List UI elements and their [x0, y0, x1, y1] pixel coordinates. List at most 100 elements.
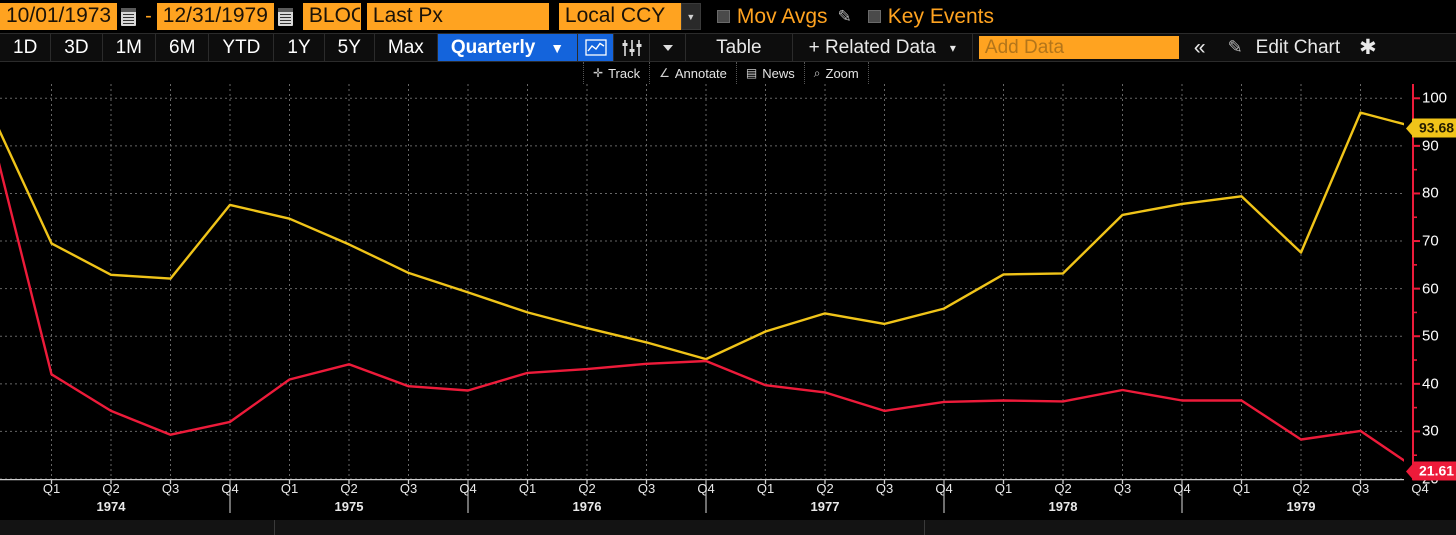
bottom-navigator-bar[interactable] — [0, 520, 1456, 535]
mov-avgs-checkbox[interactable] — [717, 10, 730, 23]
x-axis-year-label: 1976 — [573, 499, 602, 514]
chart-plot-area[interactable] — [0, 84, 1404, 479]
calendar-icon-start[interactable] — [121, 8, 136, 26]
navigator-segment — [925, 520, 1456, 535]
frequency-label: Quarterly — [451, 37, 535, 59]
chart-options-dropdown[interactable]: chevron-down-icon — [650, 34, 686, 61]
x-axis-quarter-label: Q4 — [935, 481, 952, 496]
x-axis-quarter-label: Q4 — [697, 481, 714, 496]
currency-field[interactable]: Local CCY — [559, 3, 681, 30]
key-events-label: Key Events — [888, 5, 994, 29]
x-axis-year-label: 1979 — [1287, 499, 1316, 514]
period-tab-max[interactable]: Max — [375, 34, 438, 61]
x-axis-quarter-label: Q1 — [519, 481, 536, 496]
y-axis-tick-label: 60 — [1422, 280, 1439, 297]
x-axis-quarter-label: Q2 — [1292, 481, 1309, 496]
x-axis-year-label: 1974 — [97, 499, 126, 514]
collapse-button[interactable]: « — [1185, 34, 1215, 61]
source-field[interactable]: BLOOM — [303, 3, 361, 30]
pencil-icon-mov-avgs[interactable]: ✎ — [838, 7, 852, 27]
period-tab-3d[interactable]: 3D — [51, 34, 102, 61]
y-axis-tick-label: 70 — [1422, 233, 1439, 250]
x-axis-quarter-label: Q4 — [1173, 481, 1190, 496]
x-axis-quarter-label: Q3 — [1114, 481, 1131, 496]
track-label: Track — [608, 66, 640, 81]
annotate-line-icon: ∠ — [659, 66, 670, 80]
chart-canvas — [0, 84, 1404, 479]
edit-chart-button[interactable]: ✎ Edit Chart — [1215, 34, 1351, 61]
x-axis-year-label: 1977 — [811, 499, 840, 514]
key-events-checkbox[interactable] — [868, 10, 881, 23]
sliders-glyph — [621, 39, 643, 57]
end-date-field[interactable]: 12/31/1979 — [157, 3, 274, 30]
annotate-tool[interactable]: ∠ Annotate — [649, 62, 737, 84]
x-axis-quarter-label: Q4 — [1411, 481, 1428, 496]
date-range-separator: - — [140, 5, 157, 28]
x-axis-quarter-label: Q2 — [578, 481, 595, 496]
period-tab-6m[interactable]: 6M — [156, 34, 209, 61]
mov-avgs-toggle[interactable]: Mov Avgs ✎ — [717, 5, 852, 29]
sliders-icon[interactable] — [614, 34, 650, 61]
chart-tools-strip: ✛ Track ∠ Annotate ▤ News ⌕ Zoom — [584, 62, 869, 84]
x-axis-quarter-label: Q4 — [221, 481, 238, 496]
y-axis[interactable]: 1009080706050403020 93.68 21.61 — [1404, 84, 1456, 479]
x-axis-quarter-label: Q2 — [102, 481, 119, 496]
calendar-icon-end[interactable] — [278, 8, 293, 26]
line-chart-icon[interactable] — [578, 34, 614, 61]
chevron-down-icon-related: ▾ — [950, 41, 956, 55]
last-price-badge-yellow: 93.68 — [1412, 119, 1456, 138]
y-axis-tick-label: 100 — [1422, 90, 1447, 107]
gear-glyph: ✱ — [1359, 35, 1377, 60]
pencil-icon-edit-chart: ✎ — [1228, 37, 1243, 58]
period-tab-5y[interactable]: 5Y — [325, 34, 375, 61]
period-tab-1d[interactable]: 1D — [0, 34, 51, 61]
x-axis-quarter-label: Q1 — [43, 481, 60, 496]
mov-avgs-label: Mov Avgs — [737, 5, 828, 29]
x-axis-quarter-label: Q1 — [757, 481, 774, 496]
x-axis-year-label: 1975 — [335, 499, 364, 514]
related-data-label: + Related Data — [809, 37, 936, 59]
track-tool[interactable]: ✛ Track — [583, 62, 650, 84]
price-type-field[interactable]: Last Px — [367, 3, 549, 30]
key-events-toggle[interactable]: Key Events — [868, 5, 994, 29]
related-data-button[interactable]: + Related Data ▾ — [793, 34, 973, 61]
x-axis-quarter-label: Q3 — [400, 481, 417, 496]
y-axis-tick-label: 40 — [1422, 375, 1439, 392]
y-axis-tick-label: 90 — [1422, 137, 1439, 154]
edit-chart-label: Edit Chart — [1256, 37, 1340, 59]
zoom-label: Zoom — [826, 66, 859, 81]
move-crosshair-icon: ✛ — [593, 66, 603, 80]
x-axis-quarter-label: Q1 — [281, 481, 298, 496]
table-button[interactable]: Table — [686, 34, 792, 61]
start-date-field[interactable]: 10/01/1973 — [0, 3, 117, 30]
x-axis-quarter-label: Q2 — [1054, 481, 1071, 496]
series-line-yellow — [0, 113, 1404, 360]
gear-icon[interactable]: ✱ — [1350, 34, 1386, 61]
chevron-down-glyph — [662, 44, 674, 52]
chart-tools-toolbar: ✛ Track ∠ Annotate ▤ News ⌕ Zoom — [0, 62, 1456, 84]
x-axis-quarter-label: Q3 — [638, 481, 655, 496]
period-tab-1m[interactable]: 1M — [103, 34, 156, 61]
frequency-dropdown[interactable]: Quarterly ▼ — [438, 34, 578, 61]
zoom-tool[interactable]: ⌕ Zoom — [804, 62, 869, 84]
currency-dropdown-icon[interactable]: ▼ — [681, 3, 701, 30]
navigator-segment — [0, 520, 275, 535]
y-axis-tick-label: 50 — [1422, 328, 1439, 345]
x-axis[interactable]: Q1 Q2 1974 Q3 Q4 Q1 Q2 1975 Q3 Q4 Q1 Q2 1976 Q3 Q4 Q1 Q2… — [0, 479, 1404, 525]
x-axis-quarter-label: Q3 — [876, 481, 893, 496]
x-axis-quarter-label: Q1 — [1233, 481, 1250, 496]
news-tool[interactable]: ▤ News — [736, 62, 805, 84]
annotate-label: Annotate — [675, 66, 727, 81]
period-toolbar: 1D 3D 1M 6M YTD 1Y 5Y Max Quarterly ▼ — [0, 33, 1456, 62]
y-axis-tick-label: 80 — [1422, 185, 1439, 202]
add-data-input[interactable]: Add Data — [979, 36, 1179, 59]
news-icon: ▤ — [746, 66, 757, 80]
period-tab-1y[interactable]: 1Y — [274, 34, 324, 61]
last-price-badge-red: 21.61 — [1412, 462, 1456, 481]
period-tab-ytd[interactable]: YTD — [209, 34, 274, 61]
series-line-red — [0, 135, 1404, 471]
chart-application: 10/01/1973 - 12/31/1979 BLOOM Last Px Lo… — [0, 0, 1456, 535]
x-axis-quarter-label: Q3 — [1352, 481, 1369, 496]
navigator-segment — [275, 520, 925, 535]
line-chart-glyph — [585, 39, 607, 56]
